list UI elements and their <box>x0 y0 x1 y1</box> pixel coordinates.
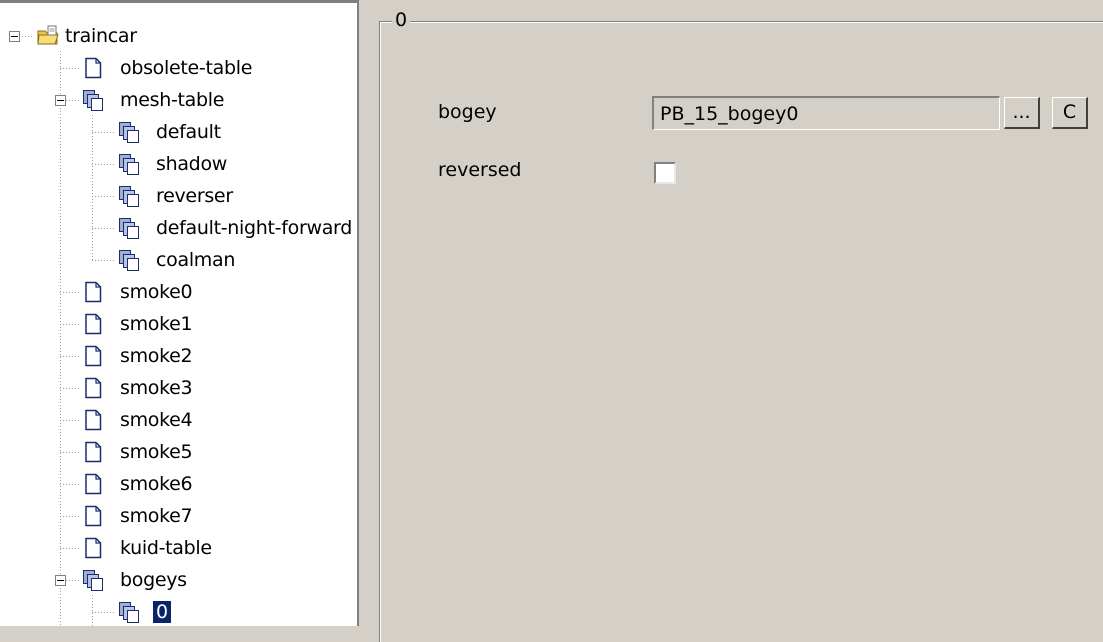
tree-item[interactable]: smoke5 <box>81 436 195 468</box>
tree-item[interactable]: 0 <box>117 596 171 626</box>
copy-icon <box>117 600 141 624</box>
copy-icon <box>117 184 141 208</box>
copy-icon <box>117 216 141 240</box>
tree-item-label: smoke2 <box>120 345 193 367</box>
document-icon <box>81 408 105 432</box>
copy-icon <box>117 120 141 144</box>
tree-item-label: reverser <box>156 185 233 207</box>
collapse-toggle-bogeys[interactable] <box>55 575 66 586</box>
tree-item-label: smoke4 <box>120 409 193 431</box>
copy-icon <box>81 88 105 112</box>
tree-item[interactable]: shadow <box>117 148 230 180</box>
tree-item-label: 0 <box>153 601 171 623</box>
tree-item-label: traincar <box>65 25 137 47</box>
tree-item-label: mesh-table <box>120 89 225 111</box>
copy-icon <box>117 248 141 272</box>
group-title: 0 <box>392 9 411 31</box>
details-panel: 0 bogey PB_15_bogey0 ... C reversed <box>376 0 1103 642</box>
document-icon <box>81 472 105 496</box>
folder-icon <box>36 24 60 48</box>
copy-icon <box>117 152 141 176</box>
tree-item[interactable]: mesh-table <box>81 84 227 116</box>
document-icon <box>81 280 105 304</box>
document-icon <box>81 344 105 368</box>
tree-item[interactable]: smoke2 <box>81 340 195 372</box>
browse-button[interactable]: ... <box>1004 97 1040 129</box>
tree-item-label: bogeys <box>120 569 187 591</box>
collapse-toggle-traincar[interactable] <box>9 31 20 42</box>
document-icon <box>81 312 105 336</box>
tree-item[interactable]: kuid-table <box>81 532 215 564</box>
bogey-label: bogey <box>438 101 497 123</box>
tree-item-label: smoke7 <box>120 505 193 527</box>
tree-item[interactable]: smoke4 <box>81 404 195 436</box>
reversed-checkbox[interactable] <box>654 162 676 184</box>
tree-item[interactable]: obsolete-table <box>81 52 255 84</box>
document-icon <box>81 376 105 400</box>
document-icon <box>81 536 105 560</box>
bogey-field[interactable]: PB_15_bogey0 <box>652 96 1000 130</box>
tree-item-label: default-night-forward <box>156 217 352 239</box>
clear-button[interactable]: C <box>1052 97 1088 129</box>
tree-item[interactable]: default <box>117 116 224 148</box>
tree-item[interactable]: smoke6 <box>81 468 195 500</box>
copy-icon <box>81 568 105 592</box>
tree-item-label: shadow <box>156 153 228 175</box>
tree-item[interactable]: smoke0 <box>81 276 195 308</box>
tree-item-label: default <box>156 121 221 143</box>
tree-item[interactable]: reverser <box>117 180 236 212</box>
collapse-toggle-mesh-table[interactable] <box>55 95 66 106</box>
tree-item[interactable]: default-night-forward <box>117 212 355 244</box>
document-icon <box>81 504 105 528</box>
tree-item[interactable]: bogeys <box>81 564 190 596</box>
tree-item[interactable]: smoke3 <box>81 372 195 404</box>
tree-item[interactable]: smoke1 <box>81 308 195 340</box>
tree-item-label: smoke6 <box>120 473 193 495</box>
reversed-label: reversed <box>438 159 522 181</box>
tree-view[interactable]: traincar obsolete-table mesh-table default s… <box>0 0 359 626</box>
document-icon <box>81 440 105 464</box>
document-icon <box>81 56 105 80</box>
splitter[interactable] <box>359 0 376 626</box>
tree-item[interactable]: traincar <box>36 20 140 52</box>
tree-item-label: obsolete-table <box>120 57 253 79</box>
tree-item-label: smoke3 <box>120 377 193 399</box>
tree-item-label: smoke0 <box>120 281 193 303</box>
tree-item[interactable]: coalman <box>117 244 238 276</box>
tree-item-label: kuid-table <box>120 537 212 559</box>
tree-item[interactable]: smoke7 <box>81 500 195 532</box>
tree-item-label: coalman <box>156 249 236 271</box>
tree-item-label: smoke1 <box>120 313 193 335</box>
tree-item-label: smoke5 <box>120 441 193 463</box>
